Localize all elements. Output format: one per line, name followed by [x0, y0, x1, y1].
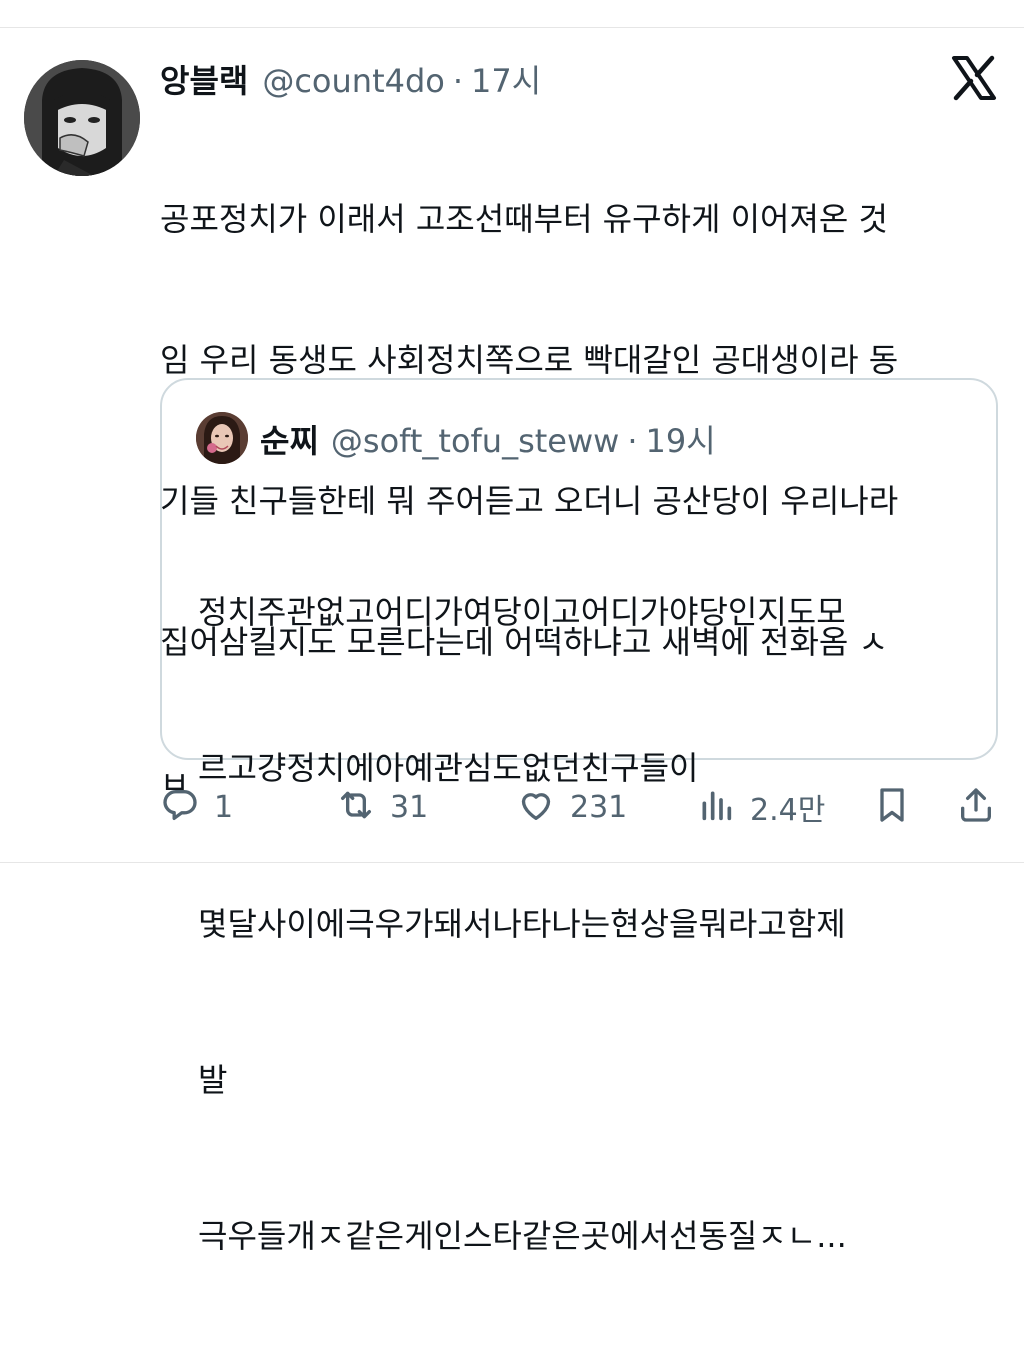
retweet-button[interactable]: 31: [336, 780, 428, 834]
quoted-tweet-time: 19시: [645, 422, 716, 460]
views-count: 2.4만: [750, 793, 826, 828]
reply-button[interactable]: 1: [160, 780, 233, 834]
header-separator: ·: [452, 62, 464, 100]
quoted-author-display-name: 순찌: [260, 422, 319, 460]
x-logo-icon: [950, 54, 998, 102]
quoted-author-avatar: [196, 412, 248, 464]
views-button[interactable]: 2.4만: [696, 780, 825, 834]
quoted-tweet-text: 정치주관없고어디가여당이고어디가야당인지도모 르고걍정치에아예관심도없던친구들이…: [198, 482, 978, 1366]
share-button[interactable]: [956, 780, 996, 834]
quoted-text-line: 몇달사이에극우가돼서나타나는현상을뭐라고함제: [198, 905, 846, 943]
quoted-text-line: 극우들개ㅈ같은게인스타같은곳에서선동질ㅈㄴ...: [198, 1217, 847, 1255]
quoted-text-line: 발: [198, 1061, 228, 1099]
like-button[interactable]: 231: [516, 780, 627, 834]
author-handle[interactable]: @count4do: [262, 62, 445, 100]
retweet-count: 31: [390, 789, 429, 825]
quoted-header-separator: ·: [627, 422, 638, 460]
reply-count: 1: [214, 789, 234, 825]
reply-icon: [160, 785, 200, 829]
top-divider: [0, 27, 1024, 28]
share-icon: [956, 785, 996, 829]
tweet-header: 앙블랙 @count4do · 17시: [160, 56, 541, 100]
tweet-time[interactable]: 17시: [471, 56, 541, 102]
like-count: 231: [570, 789, 628, 825]
views-icon: [696, 785, 736, 829]
quoted-tweet-header: 순찌 @soft_tofu_steww · 19시: [260, 416, 716, 462]
tweet-text-line: 공포정치가 이래서 고조선때부터 유구하게 이어져온 것: [160, 200, 888, 238]
quoted-author-handle: @soft_tofu_steww: [330, 422, 620, 460]
retweet-icon: [336, 785, 376, 829]
heart-icon: [516, 785, 556, 829]
author-display-name[interactable]: 앙블랙: [160, 56, 248, 102]
bottom-divider: [0, 862, 1024, 863]
author-avatar[interactable]: [24, 60, 140, 176]
tweet-action-bar: 1 31 231 2.4만: [160, 780, 1000, 834]
quoted-text-line: 정치주관없고어디가여당이고어디가야당인지도모: [198, 593, 846, 631]
bookmark-button[interactable]: [872, 780, 912, 834]
bookmark-icon: [872, 785, 912, 829]
quoted-tweet-card[interactable]: 순찌 @soft_tofu_steww · 19시 정치주관없고어디가여당이고어…: [160, 378, 998, 1255]
tweet-text-line: 임 우리 동생도 사회정치쪽으로 빡대갈인 공대생이라 동: [160, 341, 899, 379]
